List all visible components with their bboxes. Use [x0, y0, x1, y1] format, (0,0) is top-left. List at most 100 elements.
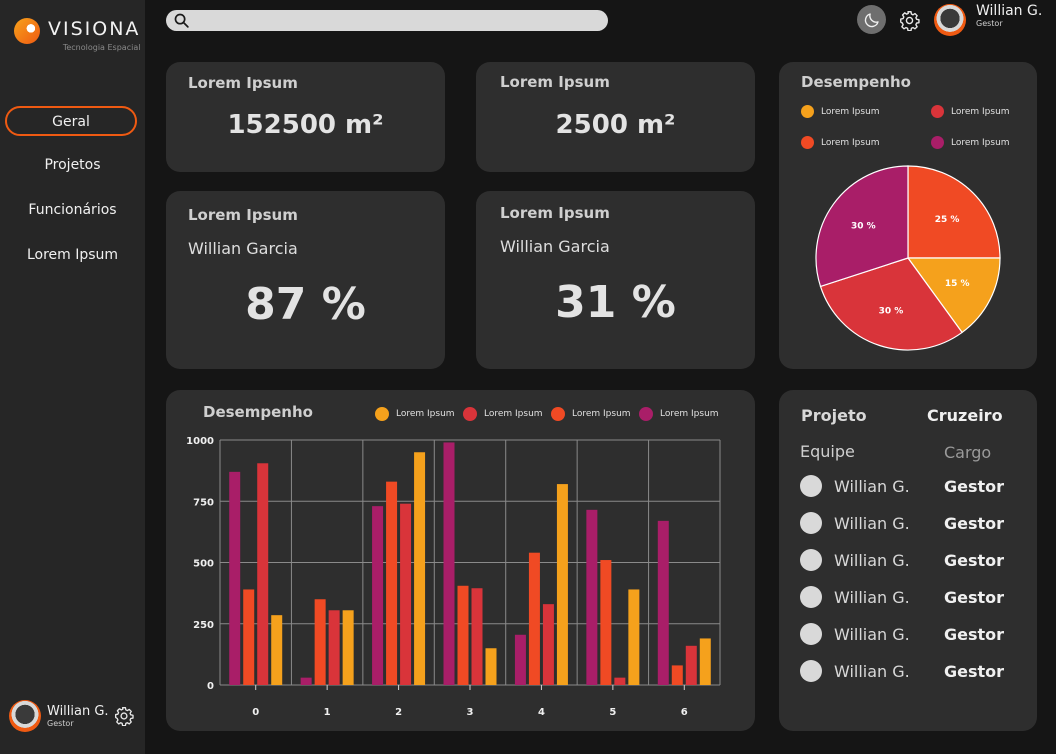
- card-title: Lorem Ipsum: [188, 74, 298, 92]
- moon-icon: [864, 12, 879, 27]
- member-role: Gestor: [944, 662, 1005, 681]
- bar: [300, 677, 312, 685]
- card-value: 2500 m²: [555, 110, 676, 140]
- bar: [685, 645, 697, 685]
- x-tick-label: 6: [681, 707, 688, 718]
- team-card: Projeto Cruzeiro Equipe Cargo Willian G.…: [779, 390, 1037, 731]
- x-tick-label: 1: [324, 707, 331, 718]
- member-role: Gestor: [944, 514, 1005, 533]
- bar: [257, 463, 269, 685]
- bar: [556, 484, 568, 685]
- bar: [699, 638, 711, 685]
- bar: [542, 604, 554, 685]
- search-bar[interactable]: [166, 10, 608, 31]
- user-role: Gestor: [47, 719, 74, 728]
- x-tick-label: 5: [609, 707, 616, 718]
- member-role: Gestor: [944, 588, 1005, 607]
- bar: [614, 677, 626, 685]
- member-name: Willian G.: [834, 662, 910, 681]
- bar: [600, 560, 612, 685]
- logo-icon: [14, 18, 40, 44]
- pie-slice-label: 25 %: [935, 215, 960, 225]
- brand-tagline: Tecnologia Espacial: [62, 43, 141, 52]
- bar: [328, 610, 340, 685]
- sidebar-item-funcionarios[interactable]: Funcionários: [0, 196, 145, 226]
- bar: [657, 520, 669, 685]
- header-user-info: Willian G. Gestor: [976, 4, 1042, 29]
- member-name: Willian G.: [834, 588, 910, 607]
- x-tick-label: 2: [395, 707, 402, 718]
- member-avatar: [800, 586, 822, 608]
- brand-logo[interactable]: VISIONA Tecnologia Espacial: [14, 18, 140, 52]
- performance-card-1: Lorem Ipsum Willian Garcia 87 %: [166, 191, 445, 369]
- column-header-team: Equipe: [800, 442, 855, 461]
- column-header-role: Cargo: [944, 443, 992, 462]
- sidebar-nav: Geral Projetos Funcionários Lorem Ipsum: [0, 106, 145, 286]
- y-tick-label: 750: [193, 497, 214, 508]
- area-card-1: Lorem Ipsum 152500 m²: [166, 62, 445, 172]
- brand-name: VISIONA: [48, 18, 141, 40]
- avatar: [934, 4, 966, 36]
- member-name: Willian G.: [834, 551, 910, 570]
- gear-icon[interactable]: [899, 10, 920, 31]
- x-tick-label: 4: [538, 707, 545, 718]
- bar: [514, 634, 526, 685]
- member-name: Willian G.: [834, 625, 910, 644]
- sidebar-item-projetos[interactable]: Projetos: [0, 151, 145, 181]
- y-tick-label: 0: [207, 681, 214, 692]
- card-title: Lorem Ipsum: [500, 204, 610, 222]
- member-avatar: [800, 475, 822, 497]
- bar: [628, 589, 640, 685]
- sidebar: VISIONA Tecnologia Espacial Geral Projet…: [0, 0, 145, 754]
- card-title: Lorem Ipsum: [500, 73, 610, 91]
- team-member-row[interactable]: Willian G. Gestor: [800, 474, 1020, 498]
- sidebar-item-geral[interactable]: Geral: [5, 106, 137, 136]
- team-member-row[interactable]: Willian G. Gestor: [800, 585, 1020, 609]
- project-name: Cruzeiro: [927, 406, 1003, 425]
- team-member-row[interactable]: Willian G. Gestor: [800, 548, 1020, 572]
- bar: [528, 552, 540, 685]
- member-name: Willian G.: [834, 514, 910, 533]
- search-icon: [174, 13, 189, 28]
- bar: [485, 648, 497, 685]
- team-member-row[interactable]: Willian G. Gestor: [800, 659, 1020, 683]
- card-value: 31 %: [555, 277, 676, 328]
- user-role: Gestor: [976, 19, 1003, 28]
- employee-name: Willian Garcia: [500, 237, 610, 256]
- logo-text: VISIONA Tecnologia Espacial: [48, 18, 140, 52]
- area-card-2: Lorem Ipsum 2500 m²: [476, 62, 755, 172]
- bar: [271, 615, 283, 685]
- bar: [372, 506, 384, 685]
- member-avatar: [800, 660, 822, 682]
- team-member-row[interactable]: Willian G. Gestor: [800, 622, 1020, 646]
- member-name: Willian G.: [834, 477, 910, 496]
- team-member-row[interactable]: Willian G. Gestor: [800, 511, 1020, 535]
- user-name: Willian G.: [47, 704, 109, 719]
- sidebar-user[interactable]: Willian G. Gestor: [9, 700, 109, 732]
- bar: [314, 599, 326, 685]
- bar: [243, 589, 255, 685]
- performance-card-2: Lorem Ipsum Willian Garcia 31 %: [476, 191, 755, 369]
- bar-chart: 0 250 500 750 1000 0 1 2 3 4 5 6: [186, 436, 721, 718]
- theme-toggle-button[interactable]: [857, 5, 886, 34]
- card-value: 152500 m²: [227, 110, 384, 140]
- avatar: [9, 700, 41, 732]
- bar: [400, 503, 412, 685]
- pie-slice-label: 30 %: [851, 222, 876, 232]
- bar: [586, 509, 598, 685]
- y-tick-label: 500: [193, 559, 214, 570]
- pie-slice-label: 30 %: [879, 306, 904, 316]
- pie-chart: 25 % 15 % 30 % 30 %: [815, 165, 1001, 351]
- card-title: Lorem Ipsum: [188, 206, 298, 224]
- bar: [229, 471, 241, 685]
- bar: [457, 585, 469, 685]
- x-tick-label: 3: [467, 707, 474, 718]
- gear-icon[interactable]: [114, 706, 134, 726]
- y-tick-label: 250: [193, 620, 214, 631]
- card-value: 87 %: [245, 279, 366, 330]
- bar: [443, 442, 455, 685]
- sidebar-user-info: Willian G. Gestor: [47, 704, 109, 728]
- sidebar-item-lorem-ipsum[interactable]: Lorem Ipsum: [0, 241, 145, 271]
- member-avatar: [800, 512, 822, 534]
- header-user[interactable]: Willian G. Gestor: [934, 4, 1042, 36]
